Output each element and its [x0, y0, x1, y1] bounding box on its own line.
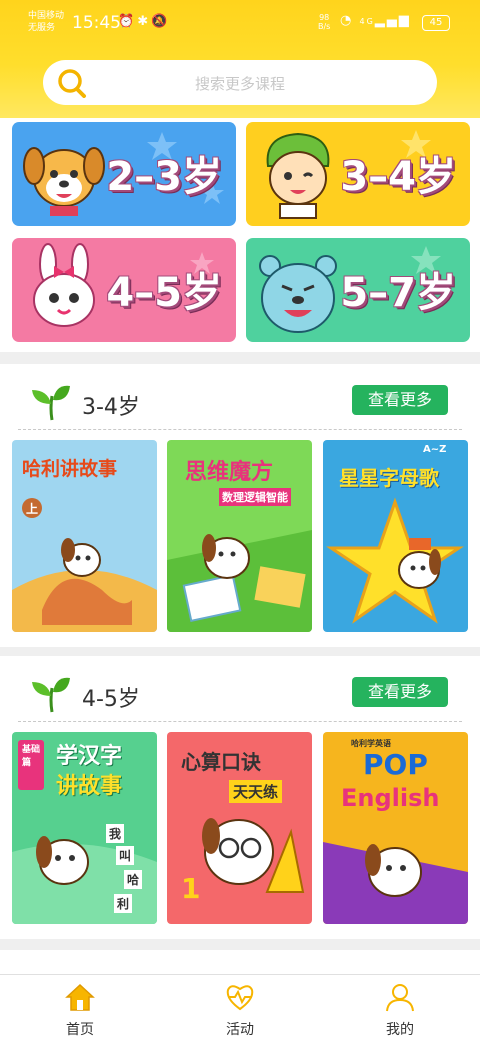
alarm-icon: ⏰	[118, 14, 138, 29]
net-speed: 98 B/s	[318, 13, 330, 31]
battery-icon: 45	[422, 15, 450, 31]
course-card-star-alphabet[interactable]: A~Z 星星字母歌	[323, 440, 468, 632]
bunny-mascot-icon	[33, 243, 95, 327]
bottom-tab-bar: 首页 活动 我的	[0, 974, 480, 1040]
wifi-icon: ◔	[340, 13, 354, 28]
user-icon	[386, 984, 414, 1012]
char-card: 我	[106, 824, 125, 843]
tab-home[interactable]: 首页	[0, 975, 160, 1040]
section-3-4: 3-4岁 查看更多 哈利讲故事 上 思维魔方 数理逻辑智能 A~Z 星星字母歌	[0, 364, 480, 647]
puppy-mascot-icon	[23, 147, 105, 216]
sprout-icon	[32, 385, 70, 421]
status-icons: ⏰✱🔕	[118, 14, 170, 29]
divider	[18, 721, 462, 722]
carrier-name: 中国移动	[28, 11, 65, 21]
course-tag: A~Z	[423, 444, 447, 455]
carrier-status: 无服务	[28, 23, 56, 33]
age-label: 2–3岁	[106, 154, 222, 200]
bluetooth-icon: ✱	[137, 14, 152, 29]
course-title: 思维魔方	[185, 460, 274, 485]
course-title-line2: English	[341, 784, 440, 812]
tab-profile[interactable]: 我的	[320, 975, 480, 1040]
age-card-3-4[interactable]: 3–4岁	[246, 122, 470, 226]
search-input[interactable]: 搜索更多课程	[43, 73, 437, 94]
course-title: POP	[363, 748, 428, 781]
volume-tag: 上	[26, 502, 39, 516]
age-card-4-5[interactable]: 4–5岁	[12, 238, 236, 342]
signal-icons: ◔ 4G▂▄▆	[340, 13, 411, 28]
char-card: 叫	[116, 846, 135, 865]
tab-label: 我的	[386, 1022, 414, 1038]
age-label: 5–7岁	[340, 270, 456, 316]
divider	[18, 429, 462, 430]
tab-label: 首页	[66, 1022, 94, 1038]
heartbeat-icon	[226, 985, 254, 1011]
mute-icon: 🔕	[151, 14, 171, 29]
status-bar: 中国移动 无服务 15:45 ⏰✱🔕 98 B/s ◔ 4G▂▄▆ 45	[0, 0, 480, 44]
header: 中国移动 无服务 15:45 ⏰✱🔕 98 B/s ◔ 4G▂▄▆ 45 搜索更…	[0, 0, 480, 118]
char-card: 利	[114, 894, 133, 913]
signal-icon: ▂▄▆	[374, 13, 411, 28]
course-card-learn-characters[interactable]: 基础篇 学汉字 讲故事 我 叫 哈 利	[12, 732, 157, 924]
tab-activity[interactable]: 活动	[160, 975, 320, 1040]
level-tag: 基础篇	[22, 745, 41, 768]
sprout-icon	[32, 677, 70, 713]
boy-mascot-icon	[266, 132, 330, 219]
section-title: 3-4岁	[82, 395, 140, 420]
view-more-button[interactable]: 查看更多	[352, 385, 448, 415]
course-card-thinking-cube[interactable]: 思维魔方 数理逻辑智能	[167, 440, 312, 632]
home-icon	[65, 983, 95, 1011]
carrier-info: 中国移动 无服务	[28, 10, 64, 34]
course-title: 哈利讲故事	[22, 458, 118, 480]
course-title-line2: 讲故事	[56, 774, 123, 799]
net-speed-unit: B/s	[318, 22, 331, 31]
course-card-harry-story[interactable]: 哈利讲故事 上	[12, 440, 157, 632]
section-4-5: 4-5岁 查看更多 基础篇 学汉字 讲故事 我 叫 哈 利 1 心算口诀 天天练…	[0, 656, 480, 939]
course-card-mental-math[interactable]: 1 心算口诀 天天练	[167, 732, 312, 924]
tab-label: 活动	[226, 1022, 254, 1038]
section-title: 4-5岁	[82, 687, 140, 712]
course-title: 星星字母歌	[339, 466, 439, 490]
age-card-5-7[interactable]: 5–7岁	[246, 238, 470, 342]
svg-text:1: 1	[181, 872, 200, 905]
char-card: 哈	[124, 870, 143, 889]
age-card-2-3[interactable]: 2–3岁	[12, 122, 236, 226]
view-more-button[interactable]: 查看更多	[352, 677, 448, 707]
clock: 15:45	[72, 13, 121, 33]
age-label: 3–4岁	[340, 154, 456, 200]
course-subtitle: 数理逻辑智能	[219, 488, 291, 506]
signal-type: 4G	[359, 17, 375, 26]
course-card-pop-english[interactable]: 哈利学英语 POP English	[323, 732, 468, 924]
net-speed-value: 98	[319, 13, 330, 22]
age-category-panel: 2–3岁 3–4岁 4–5岁 5–7岁	[0, 118, 480, 352]
course-subtitle: 天天练	[229, 780, 283, 803]
age-label: 4–5岁	[106, 270, 222, 316]
search-bar[interactable]: 搜索更多课程	[43, 60, 437, 105]
bear-mascot-icon	[259, 255, 337, 333]
course-title: 学汉字	[56, 744, 123, 769]
course-title: 心算口诀	[181, 750, 261, 774]
